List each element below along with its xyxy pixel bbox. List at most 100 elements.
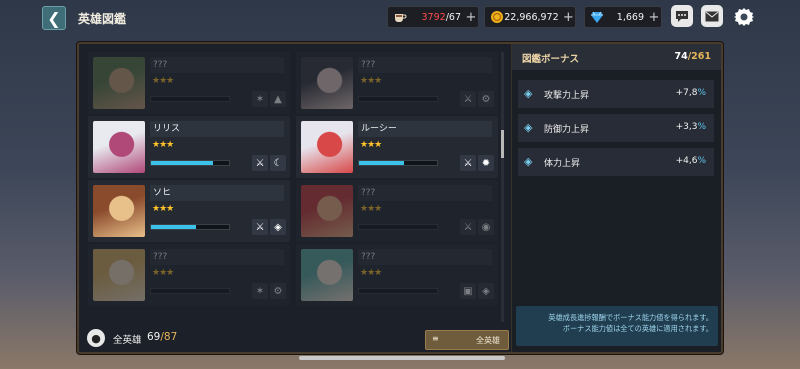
hero-portrait: [93, 185, 145, 237]
mountain-icon: ▲: [270, 91, 286, 107]
hero-stars: ★★★: [152, 204, 174, 214]
hero-progress-fill: [151, 225, 197, 229]
bonus-name: 攻撃力上昇: [544, 91, 590, 101]
bonus-value-number: +3,3: [675, 122, 698, 132]
hero-stars: ★★★: [360, 268, 382, 278]
hero-portrait: [301, 249, 353, 301]
bonus-count-total: /261: [687, 51, 711, 62]
gear-icon[interactable]: [732, 5, 756, 29]
hero-card-grid[interactable]: ??? ★★★ ✶ ▲??? ★★★ ⚔ ⚙ リリス ★★★ ⚔ ☾ ルーシー ★★★ ⚔ ✹ ソヒ ★★★ ⚔ ◈…: [88, 52, 500, 322]
hero-count-total: /87: [160, 331, 178, 343]
flame-icon: ✹: [478, 155, 494, 171]
hero-name: ルーシー: [358, 121, 492, 137]
list-scrollbar[interactable]: [501, 52, 504, 322]
hero-name: リリス: [150, 121, 284, 137]
hero-stars: ★★★: [152, 76, 174, 86]
filter-label: 全英雄: [476, 336, 500, 345]
bonus-note-line: ボーナス能力値は全ての英雄に適用されます。: [562, 324, 713, 333]
hero-name: ソヒ: [150, 185, 284, 201]
hero-stars: ★★★: [152, 268, 174, 278]
bonus-name: 防御力上昇: [544, 125, 590, 135]
hero-stars: ★★★: [360, 76, 382, 86]
add-stamina-button[interactable]: +: [464, 10, 478, 25]
hero-portrait: [93, 121, 145, 173]
bonus-note: 英雄成長進捗報酬でボーナス能力値を得られます。 ボーナス能力値は全ての英雄に適用…: [516, 306, 718, 346]
hero-progress-bar: [358, 288, 438, 294]
gold-resource[interactable]: 22,966,972 +: [484, 6, 576, 28]
bonus-value-number: +4,6: [675, 156, 698, 166]
bonus-name: 体力上昇: [544, 159, 581, 169]
hero-portrait: [93, 249, 145, 301]
bonus-value-unit: %: [697, 122, 706, 132]
bonus-progress-count: 74/261: [674, 51, 711, 62]
hero-name: ???: [358, 185, 492, 201]
diamond-stat-icon: ◈: [524, 87, 533, 100]
home-indicator[interactable]: [299, 356, 505, 360]
hero-card[interactable]: ??? ★★★ ⚔ ◉: [296, 180, 498, 242]
hero-count: 69/87: [147, 331, 177, 343]
gem-value: 1,669: [616, 11, 644, 23]
diamond-stat-icon: ◈: [524, 155, 533, 168]
hero-name: ???: [150, 249, 284, 265]
coffee-cup-icon: [392, 9, 408, 25]
hero-collection-frame: ??? ★★★ ✶ ▲??? ★★★ ⚔ ⚙ リリス ★★★ ⚔ ☾ ルーシー ★★★ ⚔ ✹ ソヒ ★★★ ⚔ ◈…: [77, 42, 723, 354]
hero-name: ???: [150, 57, 284, 73]
diamond-icon: ◈: [478, 283, 494, 299]
bonus-row-hp: ◈ 体力上昇 +4,6%: [518, 148, 714, 176]
crossed-swords-icon: ⚔: [460, 91, 476, 107]
all-heroes-label: 全英雄: [113, 335, 142, 346]
bonus-value: +7,8%: [676, 88, 706, 98]
moon-icon: ☾: [270, 155, 286, 171]
bonus-value-unit: %: [697, 156, 706, 166]
chat-icon[interactable]: [671, 5, 693, 27]
crossed-swords-icon: ⚔: [252, 155, 268, 171]
bonus-row-attack: ◈ 攻撃力上昇 +7,8%: [518, 80, 714, 108]
add-gem-button[interactable]: +: [647, 10, 661, 25]
hero-card[interactable]: リリス ★★★ ⚔ ☾: [88, 116, 290, 178]
wing-icon: ✶: [252, 283, 268, 299]
bonus-value: +4,6%: [676, 156, 706, 166]
hero-progress-bar: [358, 224, 438, 230]
hero-portrait: [301, 185, 353, 237]
hero-portrait: [93, 57, 145, 109]
crossed-swords-icon: ⚔: [460, 155, 476, 171]
hero-progress-bar: [150, 288, 230, 294]
hero-progress-bar: [150, 96, 230, 102]
blue-gem-icon: [589, 9, 605, 25]
page-title: 英雄図鑑: [78, 12, 127, 26]
hero-filter-button[interactable]: ≡ 全英雄: [425, 330, 509, 350]
gold-coin-icon: [489, 9, 504, 25]
hero-progress-bar: [150, 224, 230, 230]
scrollbar-thumb[interactable]: [501, 130, 504, 158]
stamina-resource[interactable]: 3792/67 +: [387, 6, 479, 28]
bonus-panel-header: 図鑑ボーナス 74/261: [512, 44, 721, 70]
drop-icon: ◉: [478, 219, 494, 235]
back-arrow-icon[interactable]: ❮: [42, 6, 66, 30]
shield-icon: ▣: [460, 283, 476, 299]
bonus-value-unit: %: [697, 88, 706, 98]
hero-card[interactable]: ??? ★★★ ⚔ ⚙: [296, 52, 498, 114]
hero-progress-bar: [358, 96, 438, 102]
hero-card[interactable]: ソヒ ★★★ ⚔ ◈: [88, 180, 290, 242]
hero-card[interactable]: ルーシー ★★★ ⚔ ✹: [296, 116, 498, 178]
hero-name: ???: [358, 57, 492, 73]
hero-stars: ★★★: [360, 140, 382, 150]
bonus-count-current: 74: [674, 51, 688, 62]
crossed-swords-icon: ⚔: [252, 219, 268, 235]
hero-card[interactable]: ??? ★★★ ✶ ▲: [88, 52, 290, 114]
hero-card[interactable]: ??? ★★★ ▣ ◈: [296, 244, 498, 306]
hero-count-owned: 69: [147, 331, 161, 343]
hero-name: ???: [358, 249, 492, 265]
add-gold-button[interactable]: +: [562, 10, 575, 25]
mail-icon[interactable]: [701, 5, 723, 27]
filter-list-icon: ≡: [432, 334, 439, 343]
hero-card[interactable]: ??? ★★★ ✶ ⚙: [88, 244, 290, 306]
hero-stars: ★★★: [360, 204, 382, 214]
gem-resource[interactable]: 1,669 +: [584, 6, 662, 28]
hero-progress-bar: [150, 160, 230, 166]
bonus-value-number: +7,8: [675, 88, 698, 98]
crossed-swords-icon: ⚔: [460, 219, 476, 235]
bottom-bar: ● 全英雄 69/87 ≡ 全英雄: [85, 326, 509, 350]
bonus-panel-title: 図鑑ボーナス: [522, 54, 580, 65]
gold-value: 22,966,972: [504, 11, 559, 23]
